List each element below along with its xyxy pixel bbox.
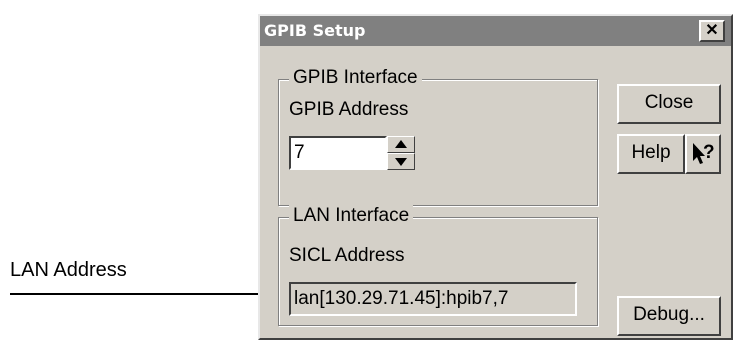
sicl-address-label: SICL Address (289, 245, 405, 266)
debug-button[interactable]: Debug... (617, 296, 721, 336)
lan-address-callout-label: LAN Address (10, 259, 127, 281)
help-button[interactable]: Help (617, 134, 685, 174)
spin-up-button[interactable] (387, 136, 415, 153)
lan-address-callout-line (10, 293, 281, 295)
whats-this-button[interactable]: ? (685, 134, 721, 174)
question-mark: ? (703, 142, 715, 163)
triangle-down-icon (395, 158, 407, 166)
gpib-interface-group: GPIB Interface GPIB Address 7 (278, 66, 598, 206)
spin-down-button[interactable] (387, 153, 415, 170)
gpib-address-spinner (387, 136, 415, 170)
triangle-up-icon (395, 140, 407, 148)
gpib-interface-legend: GPIB Interface (289, 66, 422, 90)
close-x-button[interactable]: ✕ (699, 20, 725, 42)
dialog-title: GPIB Setup (264, 21, 366, 40)
close-icon: ✕ (705, 22, 719, 39)
dialog-titlebar[interactable]: GPIB Setup ✕ (260, 16, 731, 46)
lan-interface-group: LAN Interface SICL Address lan[130.29.71… (278, 204, 598, 326)
gpib-address-input[interactable]: 7 (289, 136, 387, 170)
lan-interface-legend: LAN Interface (289, 204, 414, 228)
close-button[interactable]: Close (617, 84, 721, 124)
gpib-address-label: GPIB Address (289, 99, 409, 120)
sicl-address-field: lan[130.29.71.45]:hpib7,7 (289, 282, 577, 316)
gpib-setup-dialog: GPIB Setup ✕ GPIB Interface GPIB Address… (258, 14, 733, 340)
